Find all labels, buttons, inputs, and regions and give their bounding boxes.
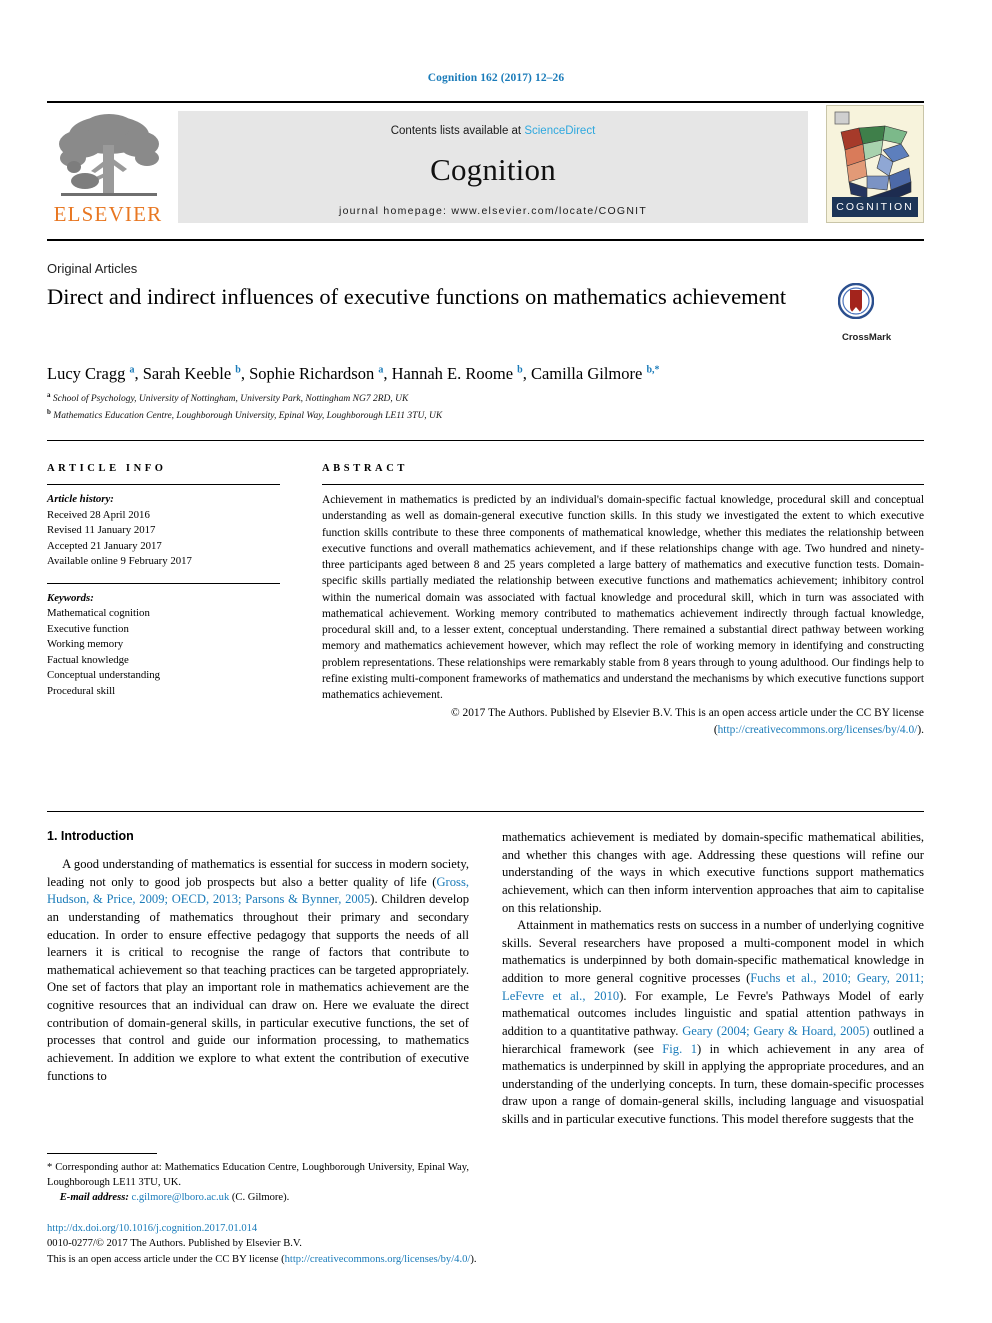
keyword-item: Procedural skill xyxy=(47,685,116,698)
authors-html: Lucy Cragg a, Sarah Keeble b, Sophie Ric… xyxy=(47,364,660,383)
footnote-rule xyxy=(47,1153,157,1154)
intro-1-part-a: A good understanding of mathematics is e… xyxy=(47,857,469,889)
license-line: This is an open access article under the… xyxy=(47,1252,747,1267)
email-owner: (C. Gilmore). xyxy=(231,1192,290,1204)
abstract-rule xyxy=(322,484,924,485)
license-suffix: ). xyxy=(470,1253,477,1265)
masthead-bottom-rule xyxy=(47,239,924,241)
figure-reference-link[interactable]: Fig. 1 xyxy=(662,1042,697,1056)
cover-journal-word: COGNITION xyxy=(832,197,918,217)
paragraph-intro-1: A good understanding of mathematics is e… xyxy=(47,856,469,1085)
license-prefix: This is an open access article under the… xyxy=(47,1253,285,1265)
journal-cover-thumbnail: COGNITION xyxy=(826,105,924,223)
citation-link[interactable]: Geary (2004; Geary & Hoard, 2005) xyxy=(682,1024,869,1038)
article-info-separator xyxy=(47,582,280,584)
crossmark-logo-icon xyxy=(838,283,874,319)
issn-copyright-line: 0010-0277/© 2017 The Authors. Published … xyxy=(47,1238,302,1250)
author-list: Lucy Cragg a, Sarah Keeble b, Sophie Ric… xyxy=(47,364,847,384)
abstract-band-top-rule xyxy=(47,440,924,441)
article-info-heading: ARTICLE INFO xyxy=(47,463,167,474)
running-head: Cognition 162 (2017) 12–26 xyxy=(427,72,565,84)
journal-title: Cognition xyxy=(430,152,556,187)
history-item: Accepted 21 January 2017 xyxy=(47,539,162,552)
email-link[interactable]: c.gilmore@lboro.ac.uk xyxy=(132,1192,230,1203)
email-address-label: E-mail address: xyxy=(59,1192,129,1204)
intro-1-part-b: ). Children develop an understanding of … xyxy=(47,892,469,1083)
article-history-label: Article history: xyxy=(47,493,114,505)
abstract-text: Achievement in mathematics is predicted … xyxy=(322,494,924,701)
paragraph-intro-2: mathematics achievement is mediated by d… xyxy=(502,830,924,915)
affiliation-b-text: Mathematics Education Centre, Loughborou… xyxy=(53,411,443,422)
abstract-band-bottom-rule xyxy=(47,811,924,812)
contents-line: Contents lists available at ScienceDirec… xyxy=(178,111,808,137)
footnote-block: * Corresponding author at: Mathematics E… xyxy=(47,1160,469,1205)
paragraph-intro-3: Attainment in mathematics rests on succe… xyxy=(502,917,924,1129)
journal-masthead: ELSEVIER Contents lists available at Sci… xyxy=(47,101,924,225)
history-item: Revised 11 January 2017 xyxy=(47,524,156,537)
cc-license-link[interactable]: http://creativecommons.org/licenses/by/4… xyxy=(718,724,918,736)
paper-page: Cognition 162 (2017) 12–26 ELSEVIER Cont… xyxy=(0,0,992,1323)
corresponding-author-note: * Corresponding author at: Mathematics E… xyxy=(47,1162,469,1189)
masthead-center-band: Contents lists available at ScienceDirec… xyxy=(178,111,808,223)
article-history-block: Article history: Received 28 April 2016 … xyxy=(47,492,280,570)
keyword-item: Conceptual understanding xyxy=(47,669,161,682)
affiliation-a-text: School of Psychology, University of Nott… xyxy=(52,394,409,405)
keywords-block: Keywords: Mathematical cognition Executi… xyxy=(47,591,280,700)
affiliation-b: b Mathematics Education Centre, Loughbor… xyxy=(47,407,443,422)
affiliation-a: a School of Psychology, University of No… xyxy=(47,391,409,405)
crossmark-badge[interactable]: CrossMark xyxy=(838,283,924,343)
article-type-label: Original Articles xyxy=(47,261,138,276)
elsevier-wordmark: ELSEVIER xyxy=(53,202,163,226)
body-column-right: mathematics achievement is mediated by d… xyxy=(502,829,924,1129)
contents-prefix: Contents lists available at xyxy=(390,125,525,137)
body-column-left: 1. Introduction A good understanding of … xyxy=(47,829,469,1085)
doi-link[interactable]: http://dx.doi.org/10.1016/j.cognition.20… xyxy=(47,1221,747,1236)
abstract-copyright: © 2017 The Authors. Published by Elsevie… xyxy=(322,705,924,738)
elsevier-tree-icon xyxy=(59,114,159,196)
page-footer: http://dx.doi.org/10.1016/j.cognition.20… xyxy=(47,1221,747,1267)
abstract-column: ABSTRACT Achievement in mathematics is p… xyxy=(322,463,924,738)
abstract-heading: ABSTRACT xyxy=(322,463,408,474)
keywords-label: Keywords: xyxy=(47,591,94,604)
keyword-item: Factual knowledge xyxy=(47,653,129,666)
elsevier-logo: ELSEVIER xyxy=(47,111,169,226)
affiliations: a School of Psychology, University of No… xyxy=(47,390,847,424)
sciencedirect-link[interactable]: ScienceDirect xyxy=(524,125,595,137)
history-item: Available online 9 February 2017 xyxy=(47,555,192,568)
article-info-rule xyxy=(47,484,280,485)
history-item: Received 28 April 2016 xyxy=(47,508,150,521)
article-info-column: ARTICLE INFO Article history: Received 2… xyxy=(47,463,280,700)
copyright-suffix: ). xyxy=(917,723,924,736)
keyword-item: Mathematical cognition xyxy=(47,607,150,620)
section-heading-introduction: 1. Introduction xyxy=(47,829,134,843)
crossmark-label: CrossMark xyxy=(842,332,892,343)
keyword-item: Executive function xyxy=(47,622,129,635)
cc-license-link[interactable]: http://creativecommons.org/licenses/by/4… xyxy=(285,1254,471,1265)
email-note: E-mail address: c.gilmore@lboro.ac.uk (C… xyxy=(47,1190,469,1205)
keyword-item: Working memory xyxy=(47,638,124,651)
journal-homepage[interactable]: journal homepage: www.elsevier.com/locat… xyxy=(178,205,808,217)
page-title: Direct and indirect influences of execut… xyxy=(47,284,787,309)
